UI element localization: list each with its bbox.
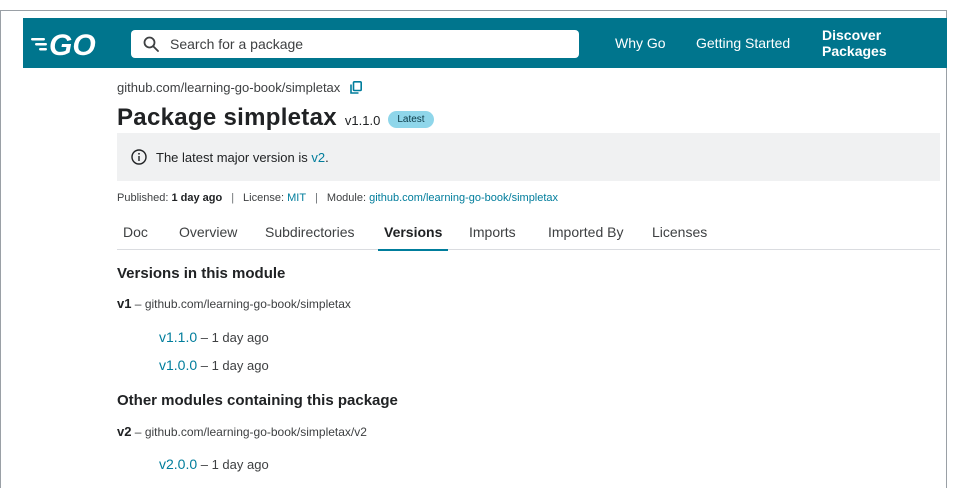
notice-text: The latest major version is: [156, 149, 308, 165]
package-tabs: Doc Overview Subdirectories Versions Imp…: [117, 214, 940, 251]
tab-doc[interactable]: Doc: [123, 214, 148, 250]
site-header: GO Why Go Getting Started Discover Packa…: [23, 18, 947, 68]
major-version-v2: v2: [117, 424, 132, 439]
version-link[interactable]: v2.0.0: [159, 456, 197, 472]
go-logo[interactable]: GO: [31, 26, 111, 60]
module-line-v2: v2 – github.com/learning-go-book/simplet…: [117, 424, 367, 439]
search-input[interactable]: [170, 36, 550, 52]
version-row: v1.1.0 – 1 day ago: [159, 329, 269, 345]
dash: –: [131, 425, 145, 439]
module-link[interactable]: github.com/learning-go-book/simpletax: [369, 192, 558, 204]
version-row: v1.0.0 – 1 day ago: [159, 357, 269, 373]
version-link[interactable]: v1.1.0: [159, 329, 197, 345]
published-label: Published:: [117, 192, 169, 204]
notice-v2-link[interactable]: v2: [311, 150, 325, 165]
meta-separator: |: [315, 192, 318, 204]
license-label: License:: [243, 192, 285, 204]
version-age: – 1 day ago: [197, 358, 269, 373]
version-age: – 1 day ago: [197, 330, 269, 345]
package-meta: Published: 1 day ago | License: MIT | Mo…: [117, 192, 558, 204]
meta-separator: |: [231, 192, 235, 204]
module-path: github.com/learning-go-book/simpletax/v2: [144, 425, 367, 439]
versions-heading: Versions in this module: [117, 265, 286, 282]
package-version: v1.1.0: [344, 113, 381, 128]
tab-licenses[interactable]: Licenses: [652, 214, 707, 250]
breadcrumb: github.com/learning-go-book/simpletax: [117, 80, 363, 95]
latest-badge: Latest: [388, 111, 434, 128]
package-header: Package simpletax v1.1.0 Latest: [117, 104, 434, 132]
page-title: Package simpletax: [117, 104, 337, 131]
dash: –: [131, 297, 145, 311]
major-version-v1: v1: [117, 296, 132, 311]
tab-imports[interactable]: Imports: [469, 214, 516, 250]
search-icon: [143, 36, 159, 52]
nav-getting-started[interactable]: Getting Started: [696, 18, 790, 68]
copy-icon[interactable]: [350, 81, 363, 94]
svg-text:GO: GO: [49, 29, 96, 60]
version-link[interactable]: v1.0.0: [159, 357, 197, 373]
module-line-v1: v1 – github.com/learning-go-book/simplet…: [117, 296, 351, 311]
tab-imported-by[interactable]: Imported By: [548, 214, 623, 250]
tab-subdirectories[interactable]: Subdirectories: [265, 214, 355, 250]
breadcrumb-path: github.com/learning-go-book/simpletax: [117, 80, 341, 95]
published-value: 1 day ago: [171, 192, 223, 204]
search-box[interactable]: [131, 30, 579, 58]
version-age: – 1 day ago: [197, 457, 269, 472]
notice-suffix: .: [325, 149, 329, 165]
nav-why-go[interactable]: Why Go: [615, 18, 666, 68]
module-label: Module:: [326, 192, 367, 204]
info-icon: [131, 149, 147, 165]
tab-overview[interactable]: Overview: [179, 214, 237, 250]
module-path: github.com/learning-go-book/simpletax: [144, 297, 351, 311]
version-row: v2.0.0 – 1 day ago: [159, 456, 269, 472]
tab-versions[interactable]: Versions: [377, 214, 449, 251]
nav-discover-packages[interactable]: Discover Packages: [822, 18, 947, 68]
other-modules-heading: Other modules containing this package: [117, 392, 398, 409]
license-link[interactable]: MIT: [287, 192, 306, 204]
major-version-notice: The latest major version is v2.: [117, 133, 940, 181]
